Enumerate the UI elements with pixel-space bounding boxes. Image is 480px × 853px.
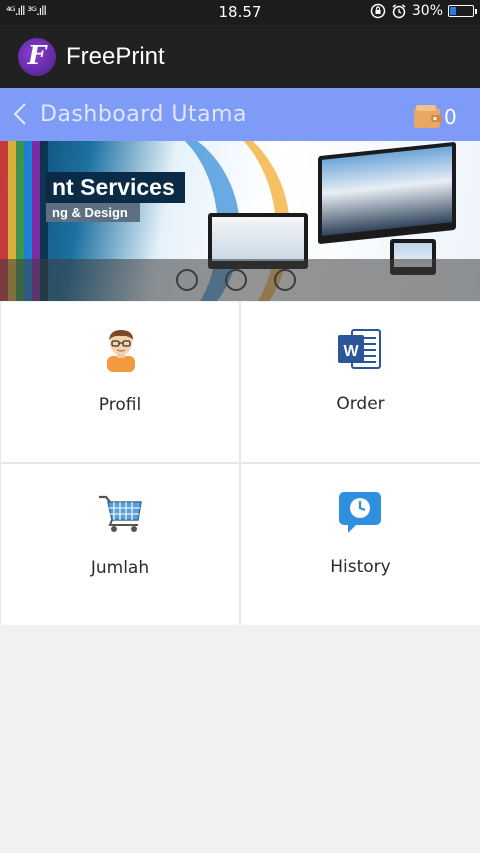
shopping-cart-icon (99, 495, 142, 532)
battery-level (450, 7, 457, 15)
menu-tile-history[interactable]: History (241, 464, 480, 625)
status-bar: ⁴ᴳ.ıll ³ᴳ.ıll 18.57 30% (0, 0, 480, 25)
battery-icon (448, 5, 477, 17)
app-title: FreePrint (66, 42, 165, 70)
app-logo-letter: F (27, 40, 47, 71)
menu-label-jumlah: Jumlah (90, 558, 150, 578)
menu-tile-jumlah[interactable]: Jumlah (1, 464, 239, 625)
carousel-dot-3[interactable] (274, 269, 296, 291)
alarm-clock-icon (392, 4, 406, 19)
wallet-icon[interactable] (413, 104, 443, 130)
rotation-lock-icon (370, 3, 386, 19)
banner-monitor-large (318, 141, 456, 245)
banner-subheading: ng & Design (46, 203, 140, 222)
svg-text:W: W (343, 343, 359, 360)
user-avatar-icon (107, 330, 135, 372)
word-document-icon: W (338, 329, 381, 369)
menu-label-history: History (330, 557, 391, 577)
clock-chat-icon (339, 492, 381, 533)
menu-label-order: Order (336, 394, 385, 414)
app-logo: F (18, 37, 56, 76)
battery-percent: 30% (411, 3, 443, 19)
menu-tile-profil[interactable]: Profil (1, 302, 239, 462)
status-right: 30% (370, 3, 477, 19)
app-bar: F FreePrint (0, 25, 480, 88)
dashboard-header: Dashboard Utama (0, 88, 480, 141)
back-arrow-icon[interactable] (10, 102, 32, 126)
carousel-dot-1[interactable] (176, 269, 198, 291)
carousel-dot-2[interactable] (225, 269, 247, 291)
wallet-count: 0 (444, 105, 457, 129)
page-title: Dashboard Utama (40, 102, 247, 127)
banner-carousel[interactable]: nt Services ng & Design (0, 141, 480, 301)
menu-label-profil: Profil (98, 395, 142, 415)
banner-heading: nt Services (46, 172, 185, 203)
menu-grid: Profil W Order Jumlah History (0, 302, 480, 625)
menu-tile-order[interactable]: W Order (241, 302, 480, 462)
